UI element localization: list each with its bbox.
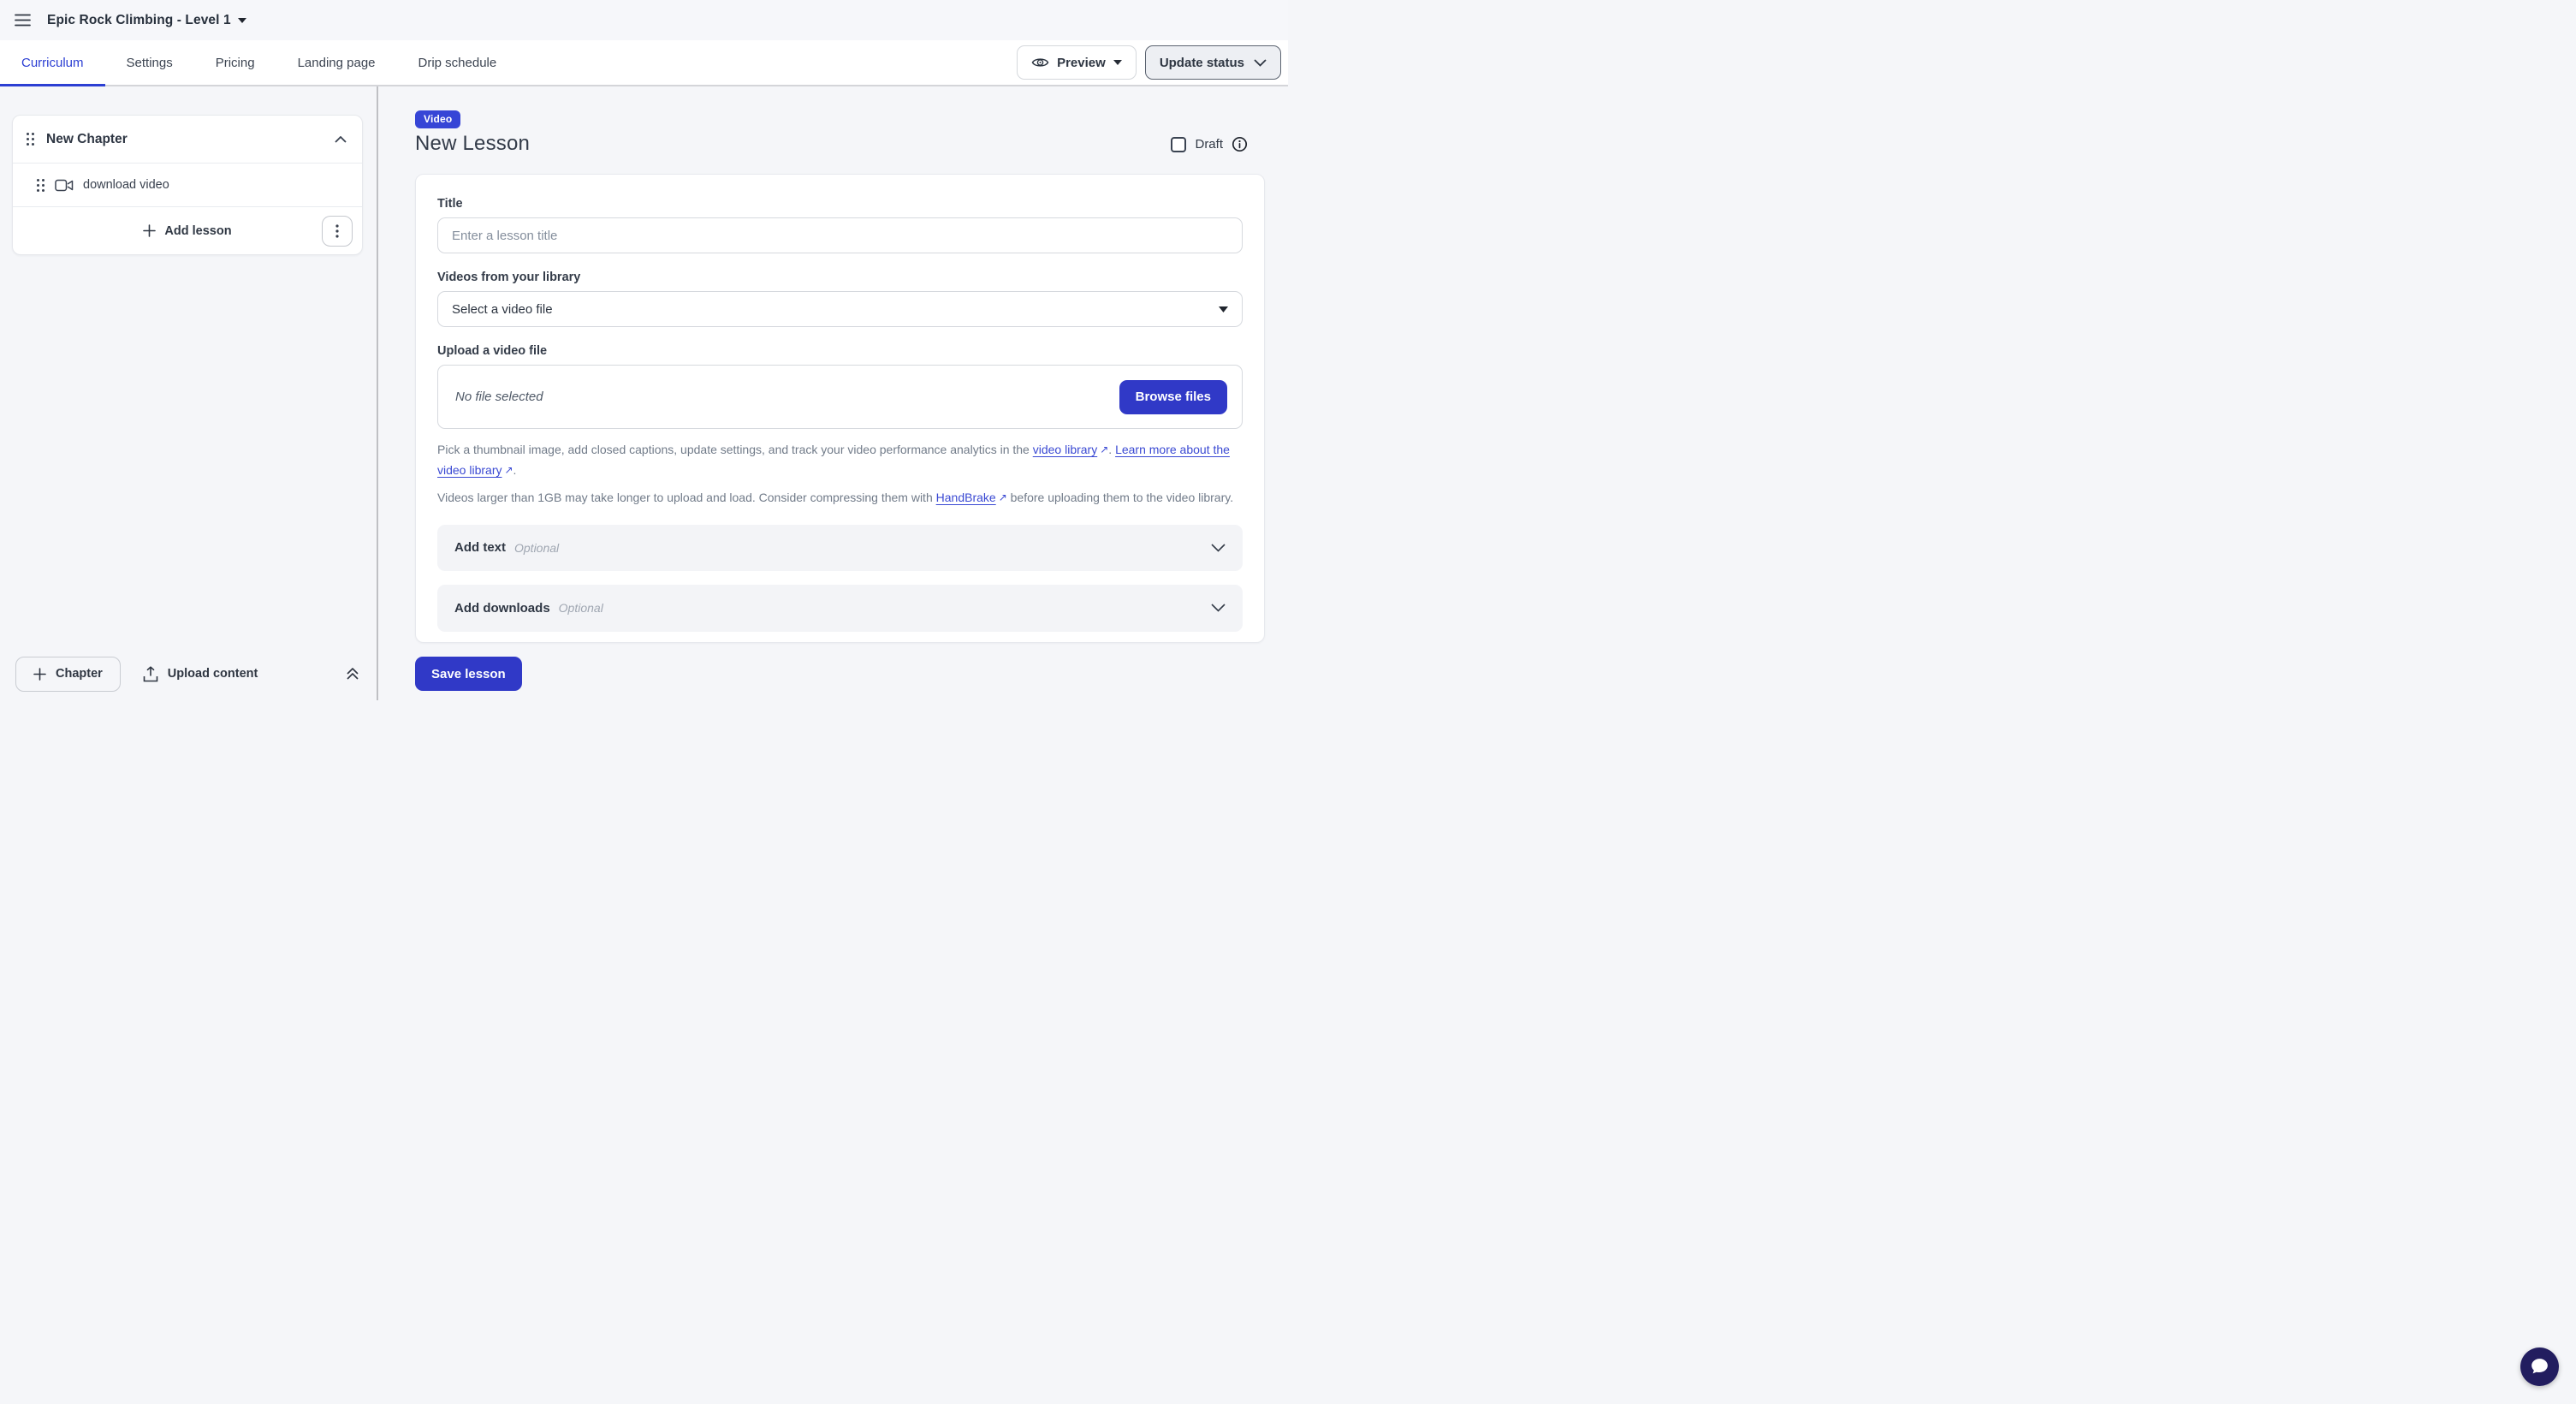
collapse-chapter-button[interactable] [333,134,348,145]
curriculum-sidebar: New Chapter download video [0,86,378,700]
tab-settings[interactable]: Settings [105,40,194,85]
tab-landing-page[interactable]: Landing page [276,40,397,85]
external-link-icon: ↗ [504,461,513,480]
chapter-title: New Chapter [46,132,128,147]
add-downloads-section[interactable]: Add downloads Optional [437,585,1243,632]
video-camera-icon [55,179,74,192]
upload-content-button[interactable]: Upload content [143,666,258,682]
video-library-link[interactable]: video library↗ [1033,443,1109,456]
double-chevron-up-icon [346,667,359,681]
plus-icon [143,224,156,237]
lesson-form-card: Title Videos from your library Select a … [415,174,1265,643]
external-link-icon: ↗ [1100,440,1108,460]
browse-files-button[interactable]: Browse files [1119,380,1227,414]
lesson-title: download video [83,178,169,192]
compression-help-text: Videos larger than 1GB may take longer t… [437,488,1243,509]
plus-icon [33,668,46,681]
help-text: before uploading them to the video libra… [1007,491,1233,504]
lesson-editor: Video New Lesson Draft Title Videos from… [378,86,1288,700]
tab-curriculum[interactable]: Curriculum [0,40,105,85]
library-field-label: Videos from your library [437,271,1243,284]
link-label: HandBrake [936,491,996,504]
update-status-button[interactable]: Update status [1145,45,1281,80]
chapter-options-button[interactable] [322,216,353,247]
update-status-label: Update status [1160,56,1244,70]
section-title: Add text [454,540,506,555]
add-lesson-button[interactable]: Add lesson [143,224,231,238]
tab-pricing[interactable]: Pricing [194,40,276,85]
no-file-text: No file selected [455,390,543,404]
lesson-row[interactable]: download video [13,163,362,206]
section-title: Add downloads [454,601,550,616]
kebab-menu-icon [335,224,339,238]
info-icon[interactable] [1232,136,1248,152]
lesson-header: Video New Lesson Draft [415,110,1265,155]
chevron-down-icon [1254,59,1267,67]
chevron-down-icon [1211,544,1226,552]
course-title-menu[interactable]: Epic Rock Climbing - Level 1 [47,13,246,28]
tab-drip-schedule[interactable]: Drip schedule [397,40,519,85]
handbrake-link[interactable]: HandBrake↗ [936,491,1007,504]
lesson-type-badge: Video [415,110,460,128]
external-link-icon: ↗ [999,488,1007,508]
chat-widget-button[interactable] [2520,1347,2559,1386]
draft-checkbox[interactable] [1171,137,1186,152]
topbar: Epic Rock Climbing - Level 1 [0,0,1288,40]
tabs: Curriculum Settings Pricing Landing page… [0,40,518,85]
tabbar: Curriculum Settings Pricing Landing page… [0,40,1288,86]
tab-actions: Preview Update status [1017,45,1281,80]
draft-label: Draft [1195,137,1223,152]
caret-down-icon [1113,60,1122,65]
content: New Chapter download video [0,86,1288,700]
help-text: Pick a thumbnail image, add closed capti… [437,443,1033,456]
speech-bubble-icon [2529,1356,2550,1377]
caret-down-icon [1219,306,1228,312]
eye-icon [1031,56,1049,69]
video-library-select-value: Select a video file [452,302,553,317]
title-field-label: Title [437,197,1243,211]
add-lesson-label: Add lesson [164,224,231,238]
drag-handle-icon[interactable] [36,178,45,193]
add-text-section[interactable]: Add text Optional [437,525,1243,571]
caret-down-icon [238,18,246,23]
upload-icon [143,666,158,682]
upload-field-label: Upload a video file [437,344,1243,358]
add-chapter-button[interactable]: Chapter [15,657,121,692]
optional-label: Optional [514,541,559,555]
chevron-down-icon [1211,604,1226,612]
hamburger-menu-icon[interactable] [11,10,34,30]
sidebar-footer: Chapter Upload content [0,647,377,700]
help-text: . [513,463,517,477]
help-text: Videos larger than 1GB may take longer t… [437,491,936,504]
draft-toggle-group: Draft [1171,136,1248,152]
chapter-card: New Chapter download video [12,115,363,255]
collapse-all-button[interactable] [344,665,361,682]
preview-label: Preview [1057,56,1106,70]
help-text: . [1108,443,1115,456]
save-lesson-button[interactable]: Save lesson [415,657,522,691]
page-title: New Lesson [415,133,530,155]
optional-label: Optional [559,601,603,615]
file-upload-area: No file selected Browse files [437,365,1243,429]
upload-content-label: Upload content [168,667,258,681]
course-title: Epic Rock Climbing - Level 1 [47,13,231,28]
drag-handle-icon[interactable] [26,132,35,146]
add-chapter-label: Chapter [56,667,103,681]
chapter-row[interactable]: New Chapter [13,116,362,163]
link-label: video library [1033,443,1097,456]
add-lesson-row: Add lesson [13,206,362,254]
video-library-select[interactable]: Select a video file [437,291,1243,327]
preview-button[interactable]: Preview [1017,45,1137,80]
video-library-help-text: Pick a thumbnail image, add closed capti… [437,440,1243,480]
lesson-title-input[interactable] [437,217,1243,253]
